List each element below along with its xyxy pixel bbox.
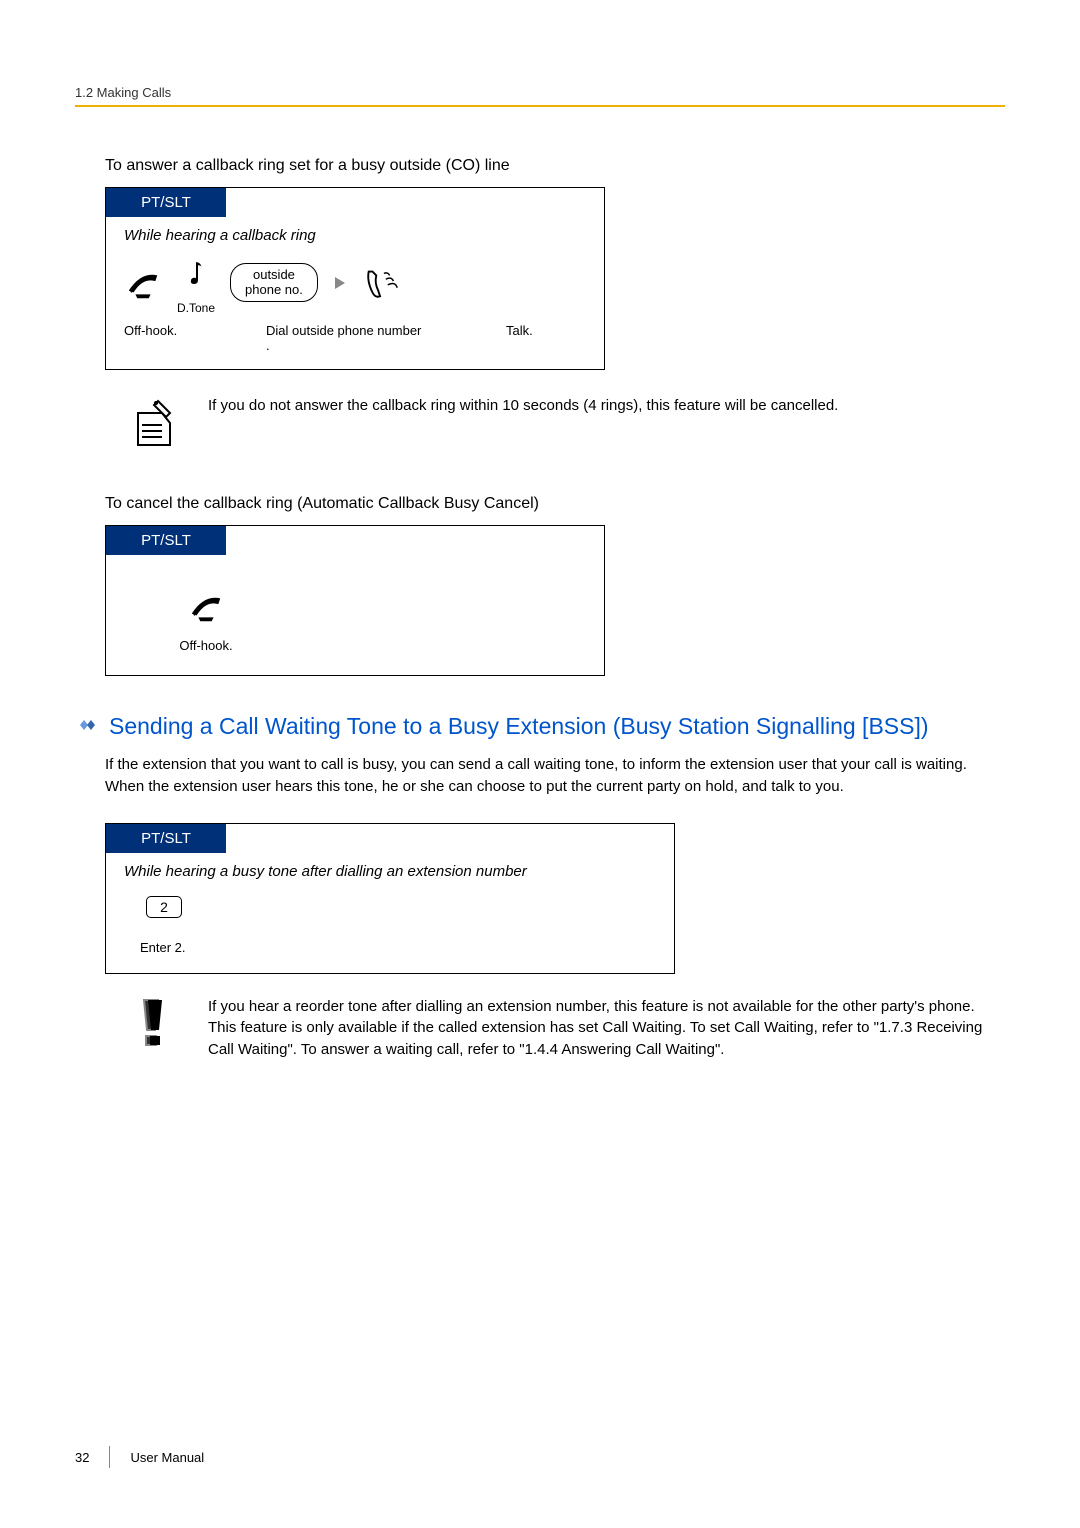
section3-body: If the extension that you want to call i… (105, 754, 985, 798)
diagram-callback-answer: PT/SLT While hearing a callback ring D.T… (105, 187, 605, 370)
talk-item (362, 260, 402, 305)
exclamation-icon (130, 996, 178, 1061)
arrow-right-icon (333, 260, 347, 305)
page-number: 32 (75, 1450, 89, 1465)
diagram2-title: PT/SLT (106, 526, 226, 555)
offhook-item (124, 260, 162, 305)
offhook-caption2: Off-hook. (179, 638, 232, 653)
diagram3-subtitle: While hearing a busy tone after dialling… (106, 853, 674, 886)
diagram-bss: PT/SLT While hearing a busy tone after d… (105, 823, 675, 974)
warning-text: If you hear a reorder tone after diallin… (208, 996, 988, 1061)
caption-row: Off-hook. Dial outside phone number . Ta… (106, 323, 604, 369)
lozenge-line1: outside (253, 267, 295, 282)
footer-label: User Manual (130, 1450, 204, 1465)
key-2: 2 (146, 896, 182, 918)
diagram-callback-cancel: PT/SLT Off-hook. (105, 525, 605, 676)
diagram2-body: Off-hook. (106, 555, 306, 653)
diamond-bullet-icon (75, 711, 101, 742)
section3-heading: Sending a Call Waiting Tone to a Busy Ex… (75, 711, 1005, 742)
diagram3-title: PT/SLT (106, 824, 226, 853)
enter2-caption: Enter 2. (106, 926, 674, 955)
page-footer: 32 User Manual (75, 1446, 204, 1468)
note-pencil-icon (130, 395, 178, 455)
key-row: 2 (106, 886, 674, 926)
handset-offhook-icon (187, 583, 225, 628)
handset-offhook-icon (124, 260, 162, 305)
lozenge-line2: phone no. (245, 282, 303, 297)
note-text: If you do not answer the callback ring w… (208, 395, 838, 455)
footer-divider (109, 1446, 110, 1468)
section1-heading: To answer a callback ring set for a busy… (105, 157, 1005, 175)
dial-caption: Dial outside phone number . (266, 323, 426, 353)
music-note-icon (186, 250, 206, 295)
diagram-subtitle: While hearing a callback ring (106, 217, 604, 250)
lozenge-item: outside phone no. (230, 263, 318, 302)
diagram-row: D.Tone outside phone no. (106, 250, 604, 323)
header-divider (75, 105, 1005, 107)
offhook-caption: Off-hook. (124, 323, 194, 353)
dtone-item: D.Tone (177, 250, 215, 315)
breadcrumb: 1.2 Making Calls (75, 85, 1005, 100)
warning-block: If you hear a reorder tone after diallin… (130, 996, 1005, 1061)
diagram-title: PT/SLT (106, 188, 226, 217)
page-header: 1.2 Making Calls (75, 85, 1005, 107)
section2-heading: To cancel the callback ring (Automatic C… (105, 495, 1005, 513)
handset-talk-icon (362, 260, 402, 305)
section3-heading-text: Sending a Call Waiting Tone to a Busy Ex… (109, 711, 929, 742)
talk-caption: Talk. (506, 323, 556, 353)
dtone-label: D.Tone (177, 301, 215, 315)
note-block: If you do not answer the callback ring w… (130, 395, 1005, 455)
phone-number-lozenge: outside phone no. (230, 263, 318, 302)
